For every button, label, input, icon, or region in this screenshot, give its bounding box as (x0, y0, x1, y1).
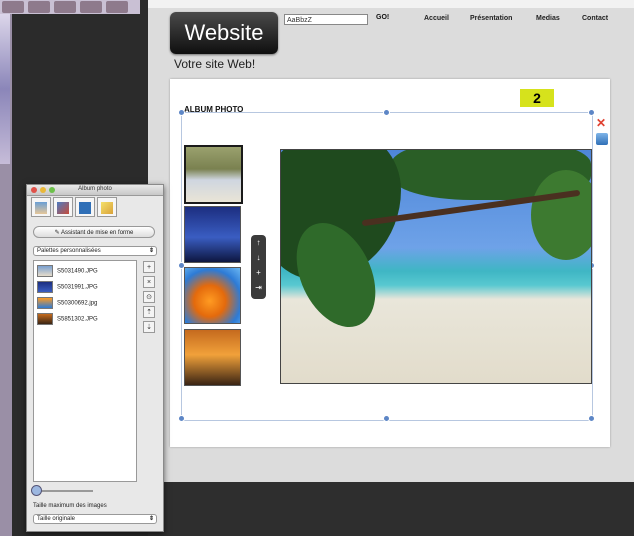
resize-handle[interactable] (588, 415, 595, 422)
bottom-dark-area (148, 482, 634, 536)
chevron-updown-icon: ⇕ (148, 516, 154, 522)
site-tagline: Votre site Web! (174, 57, 256, 71)
file-thumbnail (37, 281, 53, 293)
image-size-slider-track[interactable] (35, 490, 93, 492)
album-thumbnail-beach[interactable] (184, 145, 243, 204)
file-name: S5031490.JPG (57, 268, 98, 275)
size-select[interactable]: Taille originale ⇕ (33, 514, 157, 524)
effects-icon (57, 202, 69, 214)
main-photo[interactable] (280, 149, 592, 384)
background-icon (79, 202, 91, 214)
image-size-slider-knob[interactable] (31, 485, 42, 496)
file-thumbnail (37, 297, 53, 309)
palette-titlebar[interactable]: Album photo (27, 185, 163, 196)
tab-album-layout[interactable] (31, 197, 51, 217)
size-select-value: Taille originale (37, 516, 76, 522)
list-item[interactable]: S5031490.JPG (37, 265, 98, 277)
nav-item-presentation[interactable]: Présentation (470, 15, 512, 22)
add-icon[interactable]: + (251, 265, 266, 280)
resize-handle[interactable] (178, 109, 185, 116)
list-item[interactable]: S5851302.JPG (37, 313, 98, 325)
nav-item-medias[interactable]: Medias (536, 15, 560, 22)
palettes-select[interactable]: Palettes personnalisées ⇕ (33, 246, 157, 256)
pencil-icon (101, 202, 113, 214)
layout-assistant-button[interactable]: ✎ Assistant de mise en forme (33, 226, 155, 238)
file-list[interactable]: S5031490.JPG S5031991.JPG S50300692.jpg … (33, 260, 137, 482)
move-icon[interactable]: ⇥ (251, 280, 266, 295)
desktop-window-edge (0, 14, 10, 164)
nav-item-accueil[interactable]: Accueil (424, 15, 449, 22)
palettes-select-value: Palettes personnalisées (37, 248, 101, 254)
file-name: S5851302.JPG (57, 316, 98, 323)
resize-handle[interactable] (383, 109, 390, 116)
step-badge: 2 (520, 89, 554, 107)
tab-background[interactable] (75, 197, 95, 217)
go-button[interactable]: GO! (376, 14, 389, 21)
resize-handle[interactable] (588, 109, 595, 116)
arrow-up-icon[interactable]: ↑ (251, 235, 266, 250)
site-logo[interactable]: Website (170, 12, 278, 54)
file-name: S5031991.JPG (57, 284, 98, 291)
website-canvas: Website Votre site Web! AaBbzZ GO! Accue… (148, 0, 634, 482)
reorder-toolbar[interactable]: ↑ ↓ + ⇥ (251, 235, 266, 299)
close-icon[interactable]: ✕ (596, 117, 608, 129)
move-up-button[interactable]: ⇡ (143, 306, 155, 318)
tab-edit[interactable] (97, 197, 117, 217)
list-item[interactable]: S50300692.jpg (37, 297, 97, 309)
layout-assistant-label: Assistant de mise en forme (61, 230, 134, 236)
resize-handle[interactable] (178, 415, 185, 422)
image-tool-icon[interactable] (596, 133, 608, 145)
file-thumbnail (37, 265, 53, 277)
nav-item-contact[interactable]: Contact (582, 15, 608, 22)
palette-title: Album photo (78, 186, 112, 192)
remove-image-button[interactable]: × (143, 276, 155, 288)
tab-effects[interactable] (53, 197, 73, 217)
album-thumbnail-sunset[interactable] (184, 329, 241, 386)
photo-layout-icon (35, 202, 47, 214)
add-image-button[interactable]: + (143, 261, 155, 273)
chevron-updown-icon: ⇕ (148, 248, 154, 254)
album-photo-palette[interactable]: Album photo ✎ Assistant de mise en forme… (26, 184, 164, 532)
file-name: S50300692.jpg (57, 300, 98, 307)
album-panel: ALBUM PHOTO 2 ✕ ↑ ↓ + ⇥ (170, 79, 610, 447)
site-top-bar (148, 0, 634, 8)
search-input[interactable]: AaBbzZ (284, 14, 368, 25)
album-thumbnail-night[interactable] (184, 206, 241, 263)
photo-foliage (531, 170, 591, 260)
album-thumbnail-flower[interactable] (184, 267, 241, 324)
move-down-button[interactable]: ⇣ (143, 321, 155, 333)
resize-handle[interactable] (383, 415, 390, 422)
image-settings-button[interactable]: ⊙ (143, 291, 155, 303)
max-size-label: Taille maximum des images (33, 503, 107, 509)
arrow-down-icon[interactable]: ↓ (251, 250, 266, 265)
desktop-thumbnail-strip (0, 0, 140, 14)
list-item[interactable]: S5031991.JPG (37, 281, 98, 293)
file-thumbnail (37, 313, 53, 325)
